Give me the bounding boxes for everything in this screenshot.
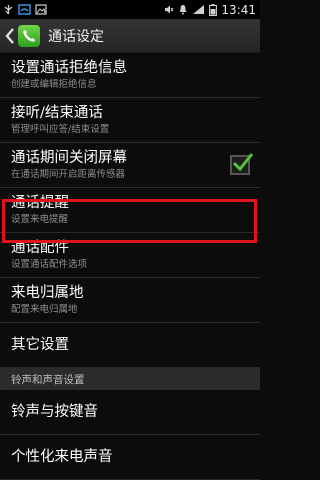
screen-off-checkbox[interactable] [230, 153, 254, 175]
phone-icon[interactable] [18, 24, 40, 47]
setting-ringtone-keytone[interactable]: 铃声与按键音 [0, 390, 260, 435]
setting-subtitle: 配置来电归属地 [11, 304, 78, 315]
checkmark-icon [232, 153, 254, 172]
setting-title: 来电归属地 [11, 285, 84, 301]
setting-call-alert[interactable]: 通话提醒 设置来电提醒 [0, 188, 260, 233]
setting-subtitle: 在通话期间开启距离传感器 [11, 169, 126, 180]
page-title: 通话设定 [48, 28, 104, 45]
clock-time: 13:41 [221, 2, 256, 17]
back-chevron-icon[interactable] [4, 26, 16, 46]
setting-turn-off-screen[interactable]: 通话期间关闭屏幕 在通话期间开启距离传感器 [0, 143, 260, 188]
setting-personalized-sound[interactable]: 个性化来电声音 [0, 435, 260, 480]
mute-icon [163, 4, 174, 15]
status-bar-left [0, 4, 47, 15]
usb-icon [3, 4, 14, 15]
notification-icon [178, 4, 188, 15]
setting-other[interactable]: 其它设置 [0, 323, 260, 368]
action-bar: 通话设定 [0, 19, 260, 53]
setting-title: 通话提醒 [11, 195, 69, 211]
setting-title: 铃声与按键音 [11, 404, 98, 420]
wifi-icon [18, 4, 31, 15]
setting-title: 设置通话拒绝信息 [11, 60, 127, 76]
setting-subtitle: 创建或编辑拒绝信息 [11, 79, 97, 90]
status-bar-right: 13:41 [163, 3, 260, 17]
setting-answer-end-call[interactable]: 接听/结束通话 管理呼叫应答/结束设置 [0, 98, 260, 143]
image-icon [35, 4, 47, 15]
setting-title: 其它设置 [11, 337, 69, 353]
setting-title: 接听/结束通话 [11, 105, 103, 121]
setting-call-accessories[interactable]: 通话配件 设置通话配件选项 [0, 233, 260, 278]
setting-caller-location[interactable]: 来电归属地 配置来电归属地 [0, 278, 260, 323]
settings-list: 设置通话拒绝信息 创建或编辑拒绝信息 接听/结束通话 管理呼叫应答/结束设置 通… [0, 53, 260, 480]
section-header-ringtone: 铃声和声音设置 [0, 368, 260, 390]
setting-subtitle: 设置来电提醒 [11, 214, 69, 225]
setting-subtitle: 管理呼叫应答/结束设置 [11, 124, 110, 135]
setting-title: 通话配件 [11, 240, 69, 256]
battery-icon [209, 3, 218, 16]
setting-title: 个性化来电声音 [11, 449, 113, 465]
status-bar: 13:41 [0, 0, 260, 19]
signal-icon [192, 4, 205, 15]
setting-subtitle: 设置通话配件选项 [11, 259, 88, 270]
setting-call-reject-message[interactable]: 设置通话拒绝信息 创建或编辑拒绝信息 [0, 53, 260, 98]
setting-title: 通话期间关闭屏幕 [11, 150, 127, 166]
